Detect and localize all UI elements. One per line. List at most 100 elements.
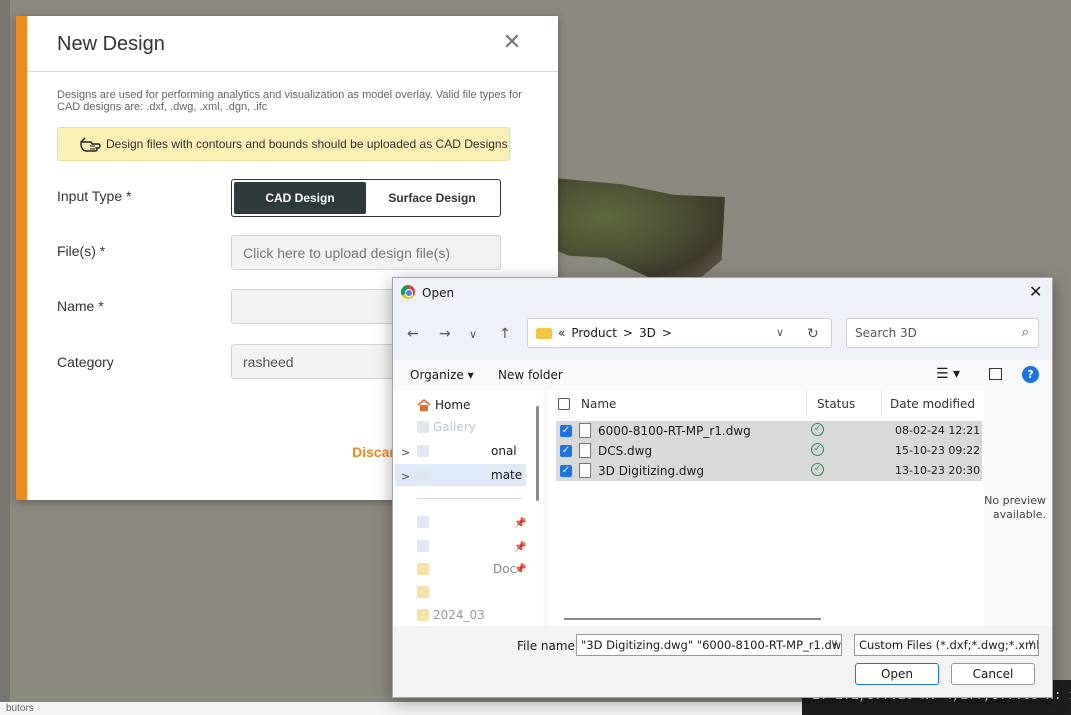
pin-icon: 📌 (514, 564, 527, 575)
nav-gallery-label: Gallery (433, 420, 476, 434)
file-upload-field[interactable]: Click here to upload design file(s) (231, 235, 501, 270)
input-type-label: Input Type * (57, 188, 132, 204)
category-label: Category (57, 354, 114, 370)
column-header-name[interactable]: Name (581, 397, 616, 411)
close-icon[interactable]: ✕ (1029, 282, 1042, 301)
search-input[interactable]: Search 3D ⌕ (846, 318, 1039, 348)
file-checkbox[interactable]: ✓ (560, 445, 572, 457)
download-icon (417, 540, 429, 552)
nav-onedrive-personal[interactable]: onal (417, 444, 517, 458)
file-checkbox[interactable]: ✓ (560, 465, 572, 477)
nav-pinned-2[interactable] (417, 540, 433, 552)
file-icon (579, 443, 591, 458)
select-all-checkbox[interactable] (558, 398, 570, 410)
nav-pinned-1[interactable] (417, 516, 433, 528)
bottom-left-label: butors (6, 703, 34, 714)
nav-folder[interactable] (417, 586, 433, 598)
breadcrumb-product[interactable]: Product (571, 326, 617, 340)
dialog-description: Designs are used for performing analytic… (57, 89, 522, 113)
dialog-title: New Design (57, 33, 165, 55)
file-name-label: File name: (517, 639, 579, 653)
nav-onedrive-ultimate-label: mate (491, 468, 523, 482)
files-label: File(s) * (57, 243, 106, 259)
nav-pinned-documents[interactable]: Doc (417, 562, 516, 576)
cloud-icon (417, 469, 429, 481)
file-icon (579, 423, 591, 438)
nav-onedrive-ultimate[interactable]: mate (417, 468, 522, 482)
expand-chevron-icon[interactable]: > (401, 470, 410, 483)
folder-icon (417, 516, 429, 528)
forward-arrow-icon[interactable]: → (439, 326, 451, 342)
view-options-icon[interactable]: ☰ ▾ (936, 366, 960, 382)
file-name: DCS.dwg (598, 444, 653, 458)
help-icon[interactable]: ? (1022, 366, 1039, 383)
file-date: 13-10-23 20:30 (895, 464, 981, 477)
file-row[interactable]: ✓ DCS.dwg ✓ 15-10-23 09:22 (556, 441, 982, 461)
organize-menu[interactable]: Organize ▾ (410, 368, 474, 382)
horizontal-scrollbar[interactable] (564, 618, 821, 620)
navigation-pane: Home Gallery > onal > mate 📌 📌 Doc 📌 202… (393, 390, 543, 626)
cancel-button[interactable]: Cancel (951, 663, 1035, 685)
command-bar: Organize ▾ New folder ☰ ▾ ? (393, 360, 1052, 390)
preview-pane-icon[interactable] (989, 368, 1002, 380)
file-name-input[interactable]: "3D Digitizing.dwg" "6000-8100-RT-MP_r1.… (576, 634, 842, 656)
new-folder-button[interactable]: New folder (498, 368, 563, 382)
address-dropdown-icon[interactable]: ∨ (776, 326, 784, 339)
nav-scrollbar[interactable] (536, 406, 539, 501)
file-type-select[interactable]: Custom Files (*.dxf;*.dwg;*.xml ∨ (854, 634, 1039, 656)
recent-locations-chevron-icon[interactable]: ∨ (469, 328, 477, 341)
search-icon: ⌕ (1021, 325, 1029, 340)
surface-design-option[interactable]: Surface Design (366, 182, 498, 214)
terrain-point-cloud[interactable] (555, 178, 725, 281)
breadcrumb-overflow[interactable]: « (558, 326, 565, 340)
nav-divider (417, 498, 522, 499)
open-button[interactable]: Open (855, 663, 939, 685)
expand-chevron-icon[interactable]: > (401, 446, 410, 459)
nav-onedrive-personal-label: onal (491, 444, 517, 458)
sync-status-icon: ✓ (811, 443, 824, 456)
chevron-down-icon[interactable]: ∨ (831, 638, 838, 649)
nav-home-label: Home (435, 398, 471, 412)
gallery-icon (417, 421, 429, 433)
column-separator[interactable] (806, 390, 807, 416)
folder-icon (417, 563, 429, 575)
nav-doc-label: Doc (493, 562, 517, 576)
nav-gallery[interactable]: Gallery (417, 420, 476, 434)
address-bar[interactable]: « Product > 3D > ∨ (527, 318, 832, 348)
sync-status-icon: ✓ (811, 463, 824, 476)
navigation-bar: ← → ∨ ↑ « Product > 3D > ∨ ↻ Search 3D ⌕ (393, 308, 1052, 360)
cad-design-option[interactable]: CAD Design (234, 182, 366, 214)
dialog-accent-bar (16, 16, 27, 500)
column-separator[interactable] (881, 390, 882, 416)
preview-pane: No preview available. (984, 494, 1046, 521)
file-row[interactable]: ✓ 6000-8100-RT-MP_r1.dwg ✓ 08-02-24 12:2… (556, 421, 982, 441)
breadcrumb-3d[interactable]: 3D (639, 326, 656, 340)
sync-status-icon: ✓ (811, 423, 824, 436)
column-header-date-modified[interactable]: Date modified (890, 397, 975, 411)
back-arrow-icon[interactable]: ← (407, 326, 419, 342)
dialog-titlebar: Open ✕ (393, 278, 1052, 308)
pin-icon: 📌 (514, 518, 527, 529)
left-panel-edge (0, 0, 10, 715)
chevron-down-icon[interactable]: ∨ (1028, 638, 1035, 649)
close-icon[interactable]: ✕ (500, 30, 524, 54)
nav-home[interactable]: Home (417, 398, 470, 412)
home-icon (417, 398, 431, 411)
dialog-footer: File name: "3D Digitizing.dwg" "6000-810… (393, 626, 1052, 697)
column-header-status[interactable]: Status (817, 397, 855, 411)
header-divider (27, 71, 558, 72)
cloud-icon (417, 445, 429, 457)
file-name: 6000-8100-RT-MP_r1.dwg (598, 424, 751, 438)
file-checkbox[interactable]: ✓ (560, 425, 572, 437)
file-row[interactable]: ✓ 3D Digitizing.dwg ✓ 13-10-23 20:30 (556, 461, 982, 481)
file-list: Name Status Date modified ✓ 6000-8100-RT… (548, 390, 984, 626)
refresh-icon[interactable]: ↻ (807, 326, 819, 342)
nav-folder-2024[interactable]: 2024_03 (417, 608, 485, 622)
nav-folder-2024-label: 2024_03 (433, 608, 485, 622)
folder-icon (417, 609, 429, 621)
file-date: 15-10-23 09:22 (895, 444, 981, 457)
tip-banner: Design files with contours and bounds sh… (57, 127, 510, 161)
file-date: 08-02-24 12:21 (895, 424, 981, 437)
chrome-icon (401, 285, 415, 299)
up-arrow-icon[interactable]: ↑ (499, 326, 511, 342)
